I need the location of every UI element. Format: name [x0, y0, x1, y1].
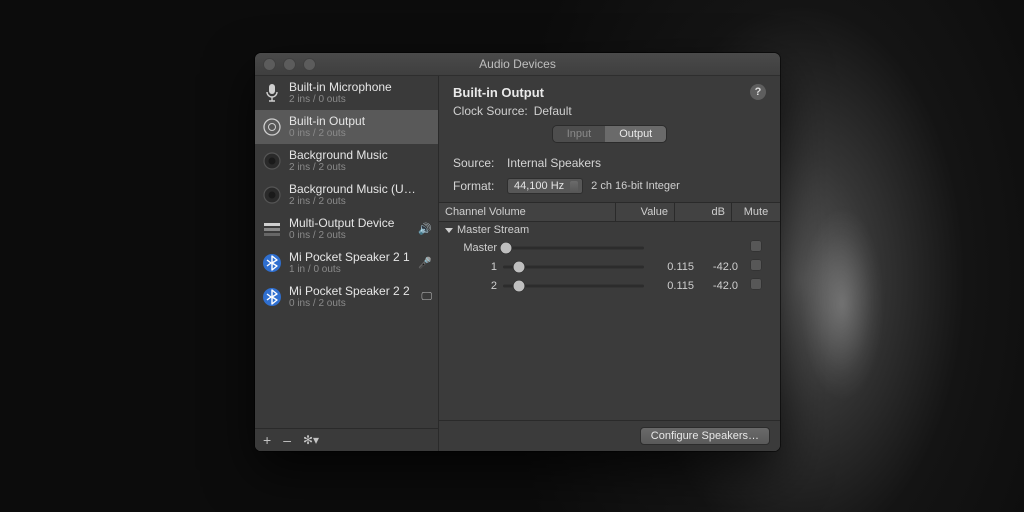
device-io-summary: 0 ins / 2 outs: [289, 298, 410, 309]
disclosure-triangle-icon[interactable]: [445, 228, 453, 233]
window-title: Audio Devices: [255, 57, 780, 71]
master-stream-label: Master Stream: [457, 224, 529, 236]
col-value: Value: [615, 203, 674, 221]
device-name: Background Music: [289, 149, 388, 162]
tab-input: Input: [553, 126, 605, 142]
device-name: Built-in Microphone: [289, 81, 392, 94]
remove-device-button[interactable]: –: [283, 432, 291, 448]
device-indicator-icon: 🖵: [421, 291, 432, 304]
device-sidebar: Built-in Microphone2 ins / 0 outsBuilt-i…: [255, 76, 439, 451]
circle-icon: [261, 150, 283, 172]
device-io-summary: 0 ins / 2 outs: [289, 230, 394, 241]
device-io-summary: 1 in / 0 outs: [289, 264, 410, 275]
device-name: Mi Pocket Speaker 2 2: [289, 285, 410, 298]
volume-table-body: Master Stream Master 1 0.115-42.0 2 0.115-42.…: [439, 222, 780, 295]
master-row: Master: [439, 238, 780, 257]
device-list: Built-in Microphone2 ins / 0 outsBuilt-i…: [255, 76, 438, 428]
device-row[interactable]: Built-in Microphone2 ins / 0 outs: [255, 76, 438, 110]
mute-checkbox[interactable]: [750, 240, 762, 252]
mic-icon: [261, 82, 283, 104]
help-button[interactable]: ?: [750, 84, 766, 100]
gear-menu-button[interactable]: ✻▾: [303, 433, 319, 447]
channel-row: 2 0.115-42.0: [439, 276, 780, 295]
device-row[interactable]: Mi Pocket Speaker 2 11 in / 0 outs 🎤: [255, 246, 438, 280]
device-name: Multi-Output Device: [289, 217, 394, 230]
col-mute: Mute: [731, 203, 780, 221]
device-name: Built-in Output: [289, 115, 365, 128]
configure-speakers-button[interactable]: Configure Speakers…: [640, 427, 770, 445]
tab-output[interactable]: Output: [605, 126, 666, 142]
mute-checkbox[interactable]: [750, 259, 762, 271]
detail-pane: Built-in Output ? Clock Source: Default …: [439, 76, 780, 451]
sidebar-toolbar: + – ✻▾: [255, 428, 438, 451]
format-label: Format:: [453, 179, 507, 193]
device-indicator-icon: 🔊: [418, 223, 432, 236]
col-channel: Channel Volume: [439, 203, 615, 221]
window-body: Built-in Microphone2 ins / 0 outsBuilt-i…: [255, 76, 780, 451]
circle-icon: [261, 184, 283, 206]
clock-source-label: Clock Source:: [453, 104, 528, 118]
volume-slider[interactable]: [503, 279, 644, 293]
format-select[interactable]: 44,100 Hz: [507, 178, 583, 194]
master-stream-row[interactable]: Master Stream: [439, 222, 780, 238]
device-row[interactable]: Background Music2 ins / 2 outs: [255, 144, 438, 178]
channel-label: 1: [445, 261, 503, 273]
device-io-summary: 2 ins / 2 outs: [289, 196, 417, 207]
col-db: dB: [674, 203, 731, 221]
mute-checkbox[interactable]: [750, 278, 762, 290]
speaker-icon: [261, 116, 283, 138]
channel-value: 0.115: [648, 261, 694, 273]
window-controls: [263, 58, 316, 71]
device-row[interactable]: Built-in Output0 ins / 2 outs: [255, 110, 438, 144]
channel-row: 1 0.115-42.0: [439, 257, 780, 276]
io-tabs: Input Output: [553, 126, 667, 142]
channel-db: -42.0: [694, 280, 738, 292]
stack-icon: [261, 218, 283, 240]
titlebar[interactable]: Audio Devices: [255, 53, 780, 76]
detail-title: Built-in Output: [453, 85, 544, 100]
source-label: Source:: [453, 156, 507, 170]
device-io-summary: 2 ins / 2 outs: [289, 162, 388, 173]
volume-slider[interactable]: [503, 260, 644, 274]
add-device-button[interactable]: +: [263, 432, 271, 448]
device-row[interactable]: ▶Multi-Output Device0 ins / 2 outs🔊: [255, 212, 438, 246]
device-io-summary: 2 ins / 0 outs: [289, 94, 392, 105]
source-value: Internal Speakers: [507, 156, 601, 170]
minimize-icon[interactable]: [283, 58, 296, 71]
device-io-summary: 0 ins / 2 outs: [289, 128, 365, 139]
zoom-icon[interactable]: [303, 58, 316, 71]
device-name: Background Music (UI So…: [289, 183, 417, 196]
device-name: Mi Pocket Speaker 2 1: [289, 251, 410, 264]
device-row[interactable]: Background Music (UI So…2 ins / 2 outs: [255, 178, 438, 212]
format-description: 2 ch 16-bit Integer: [591, 180, 680, 192]
channel-label: 2: [445, 280, 503, 292]
volume-table-header: Channel Volume Value dB Mute: [439, 202, 780, 222]
device-row[interactable]: Mi Pocket Speaker 2 20 ins / 2 outs 🖵: [255, 280, 438, 314]
clock-source-value: Default: [534, 104, 572, 118]
device-indicator-icon: 🎤: [418, 257, 432, 270]
master-slider: [503, 241, 644, 255]
channel-value: 0.115: [648, 280, 694, 292]
bluetooth-icon: [261, 252, 283, 274]
channel-label: Master: [445, 242, 503, 254]
bluetooth-icon: [261, 286, 283, 308]
close-icon[interactable]: [263, 58, 276, 71]
audio-devices-window: Audio Devices Built-in Microphone2 ins /…: [255, 53, 780, 451]
channel-db: -42.0: [694, 261, 738, 273]
